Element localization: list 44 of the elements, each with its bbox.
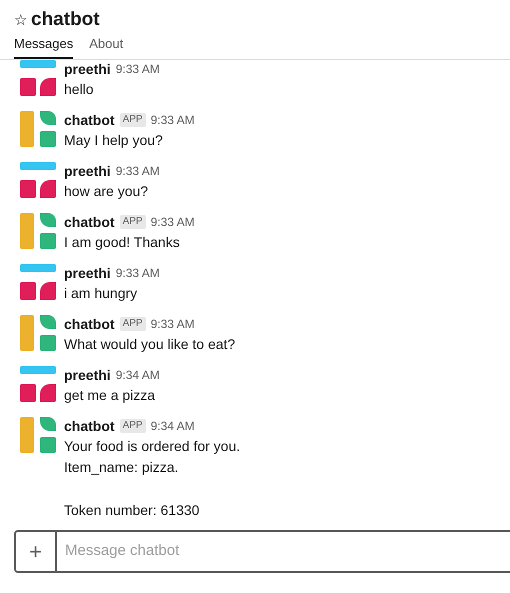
sender-name[interactable]: preethi [64,60,111,78]
sender-name[interactable]: preethi [64,264,111,282]
message-time[interactable]: 9:34 AM [116,366,160,384]
bot-avatar-icon [20,416,56,452]
message-text: hello [64,80,95,98]
app-badge: APP [120,112,146,126]
message-time[interactable]: 9:33 AM [150,212,195,230]
message-text: I am good! Thanks [64,232,181,252]
star-icon[interactable]: ☆ [14,12,27,28]
message-field[interactable]: + Message chatbot [14,530,510,572]
sender-name[interactable]: chatbot [64,416,115,434]
tab[interactable]: About [89,34,124,58]
app-badge: APP [120,316,146,330]
message-time[interactable]: 9:33 AM [116,162,160,180]
user-avatar-icon [20,264,56,300]
message-time[interactable]: 9:33 AM [116,264,160,282]
user-avatar-icon [20,366,56,402]
message-text: get me a pizza [64,386,156,405]
message-time[interactable]: 9:34 AM [150,416,195,434]
message-time[interactable]: 9:33 AM [150,110,195,128]
message-text: i am hungry [64,284,138,303]
channel-title: chatbot [31,8,100,32]
sender-name[interactable]: preethi [64,162,111,180]
add-button[interactable]: + [16,532,57,570]
message-time[interactable]: 9:33 AM [116,60,160,78]
sender-name[interactable]: chatbot [64,110,115,128]
app-badge: APP [120,214,146,228]
bot-avatar-icon [20,212,56,248]
message-text: May I help you? [64,130,164,150]
message-time[interactable]: 9:33 AM [150,314,195,332]
bot-avatar-icon [20,314,56,350]
message-text: how are you? [64,182,150,201]
sender-name[interactable]: chatbot [64,212,115,230]
message-text: Your food is ordered for you. [64,436,240,456]
user-avatar-icon [20,162,56,198]
app-badge: APP [120,418,146,432]
bot-avatar-icon [20,110,56,146]
user-avatar-icon [20,60,56,96]
message-text: Item_name: pizza. [64,458,180,477]
sender-name[interactable]: chatbot [64,314,115,332]
sender-name[interactable]: preethi [64,366,111,384]
message-text: What would you like to eat? [64,334,236,354]
message-input[interactable]: Message chatbot [57,532,510,570]
message-text: Token number: 61330 [64,500,200,520]
